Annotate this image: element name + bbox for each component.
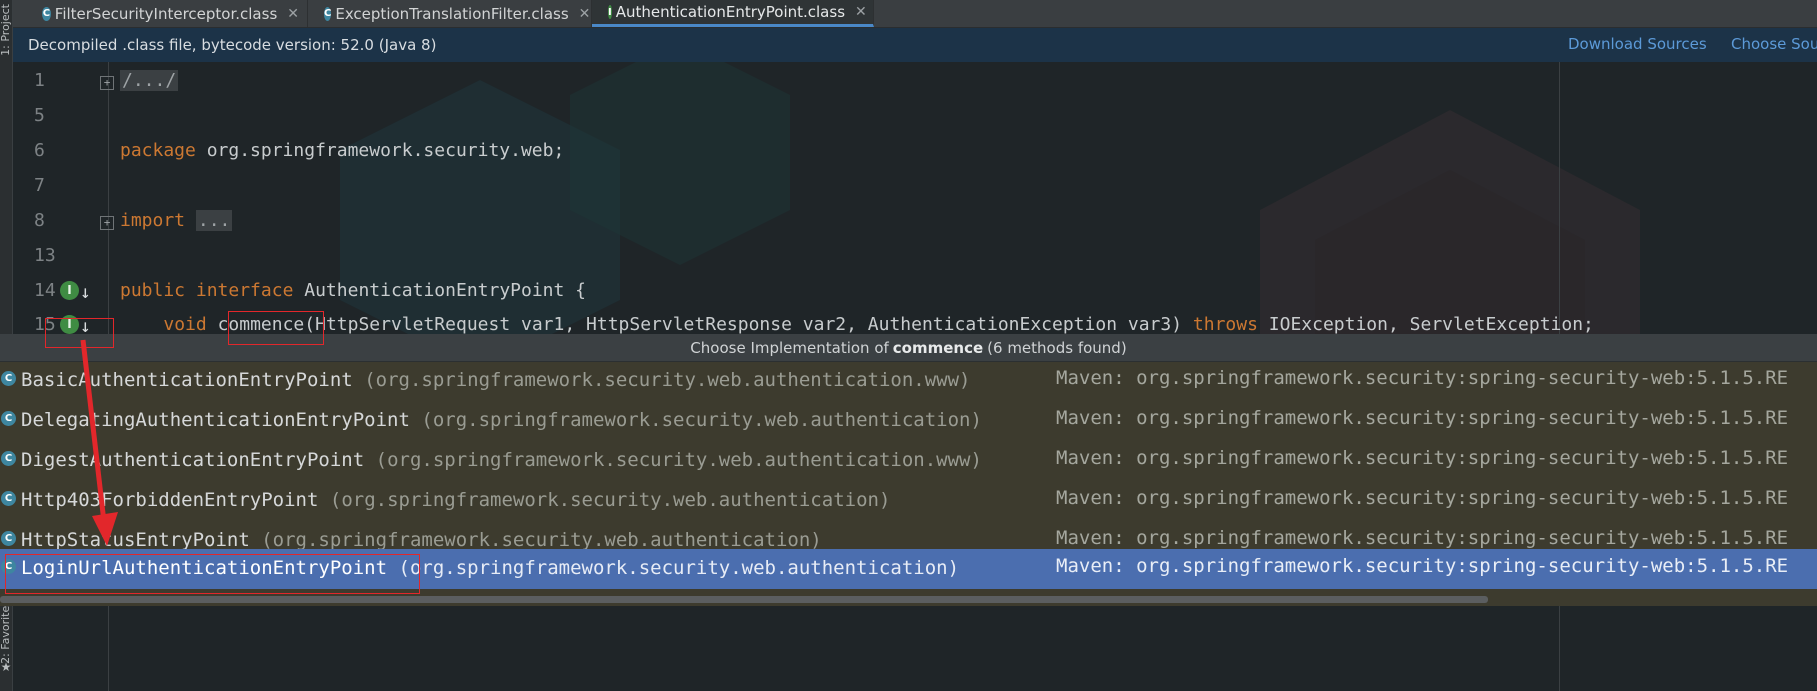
package-name: (org.springframework.security.web.authen… bbox=[329, 489, 891, 511]
interface-icon: I bbox=[608, 5, 612, 19]
class-name: HttpStatusEntryPoint bbox=[21, 529, 250, 551]
implementation-row[interactable]: C DigestAuthenticationEntryPoint (org.sp… bbox=[0, 441, 1817, 481]
line-number: 1 bbox=[34, 70, 45, 91]
class-icon: C bbox=[1, 531, 16, 546]
package-name: (org.springframework.security.web.authen… bbox=[421, 409, 982, 431]
line-number: 6 bbox=[34, 140, 45, 161]
code-line: 13 bbox=[12, 245, 1817, 273]
exceptions: IOException, ServletException; bbox=[1257, 314, 1594, 334]
tab-exception-translation-filter[interactable]: C ExceptionTranslationFilter.class ✕ bbox=[308, 0, 592, 27]
decompiled-notice-bar: Decompiled .class file, bytecode version… bbox=[12, 28, 1817, 62]
keyword: public bbox=[120, 280, 186, 301]
class-icon: C bbox=[1, 491, 16, 506]
implementation-row[interactable]: C BasicAuthenticationEntryPoint (org.spr… bbox=[0, 361, 1817, 401]
decompiled-message: Decompiled .class file, bytecode version… bbox=[28, 36, 437, 54]
library-location: Maven: org.springframework.security:spri… bbox=[1056, 527, 1789, 549]
horizontal-scrollbar[interactable] bbox=[0, 596, 1488, 603]
class-name: DigestAuthenticationEntryPoint bbox=[21, 449, 365, 471]
class-name: Http403ForbiddenEntryPoint bbox=[21, 489, 319, 511]
code-line: 8 + import ... bbox=[12, 210, 1817, 238]
annotation-box-method bbox=[228, 311, 324, 345]
class-icon: C bbox=[1, 371, 16, 386]
code-line: 6 package org.springframework.security.w… bbox=[12, 140, 1817, 168]
package-name: (org.springframework.security.web.authen… bbox=[398, 557, 960, 579]
code-line: 14 I ↓ public interface AuthenticationEn… bbox=[12, 280, 1817, 308]
class-name: BasicAuthenticationEntryPoint bbox=[21, 369, 353, 391]
library-location: Maven: org.springframework.security:spri… bbox=[1056, 367, 1789, 389]
library-location: Maven: org.springframework.security:spri… bbox=[1056, 447, 1789, 469]
implementation-row[interactable]: C DelegatingAuthenticationEntryPoint (or… bbox=[0, 401, 1817, 441]
class-icon: C bbox=[42, 6, 51, 21]
fold-icon[interactable]: + bbox=[100, 216, 114, 230]
annotation-box-gutter bbox=[45, 318, 114, 348]
line-number: 8 bbox=[34, 210, 45, 231]
tab-label: FilterSecurityInterceptor.class bbox=[54, 4, 278, 23]
keyword: interface bbox=[195, 280, 294, 301]
library-location: Maven: org.springframework.security:spri… bbox=[1056, 487, 1789, 509]
class-name: DelegatingAuthenticationEntryPoint bbox=[21, 409, 410, 431]
class-icon: C bbox=[324, 6, 332, 21]
package-name: org.springframework.security.web; bbox=[195, 140, 565, 161]
fold-icon[interactable]: + bbox=[100, 76, 114, 90]
editor-tab-bar: C FilterSecurityInterceptor.class ✕ C Ex… bbox=[12, 0, 1817, 28]
keyword: import bbox=[120, 210, 186, 231]
package-name: (org.springframework.security.web.authen… bbox=[364, 369, 971, 391]
popup-title-prefix: Choose Implementation of bbox=[690, 338, 889, 357]
close-icon[interactable]: ✕ bbox=[287, 6, 299, 22]
keyword: throws bbox=[1192, 314, 1258, 334]
tab-filter-security-interceptor[interactable]: C FilterSecurityInterceptor.class ✕ bbox=[26, 0, 308, 27]
package-name: (org.springframework.security.web.authen… bbox=[375, 449, 982, 471]
class-icon: C bbox=[1, 411, 16, 426]
project-tool-button[interactable]: 1: Project bbox=[0, 4, 12, 56]
arrow-down-icon: ↓ bbox=[80, 282, 91, 303]
popup-title-suffix: (6 methods found) bbox=[987, 338, 1127, 357]
line-number: 13 bbox=[34, 245, 56, 266]
choose-sources-link[interactable]: Choose Sou bbox=[1731, 35, 1817, 53]
library-location: Maven: org.springframework.security:spri… bbox=[1056, 555, 1789, 577]
tab-label: AuthenticationEntryPoint.class bbox=[615, 3, 846, 21]
code-line: 1 + /.../ bbox=[12, 70, 1817, 98]
tab-authentication-entry-point[interactable]: I AuthenticationEntryPoint.class ✕ bbox=[592, 0, 874, 27]
implemented-by-icon[interactable]: I bbox=[60, 281, 79, 300]
popup-method-name: commence bbox=[892, 338, 984, 357]
close-icon[interactable]: ✕ bbox=[579, 6, 591, 22]
close-icon[interactable]: ✕ bbox=[855, 4, 867, 20]
method-params: (HttpServletRequest var1, HttpServletRes… bbox=[304, 314, 1193, 334]
annotation-box-selected-row bbox=[5, 554, 420, 594]
code-line: 5 bbox=[12, 105, 1817, 133]
implementation-row[interactable]: C Http403ForbiddenEntryPoint (org.spring… bbox=[0, 481, 1817, 521]
class-icon: C bbox=[1, 451, 16, 466]
code-line: 7 bbox=[12, 175, 1817, 203]
line-number: 7 bbox=[34, 175, 45, 196]
folded-imports[interactable]: ... bbox=[195, 210, 233, 231]
keyword: package bbox=[120, 140, 196, 161]
package-name: (org.springframework.security.web.authen… bbox=[261, 529, 822, 551]
keyword: void bbox=[163, 314, 207, 334]
download-sources-link[interactable]: Download Sources bbox=[1568, 35, 1707, 53]
library-location: Maven: org.springframework.security:spri… bbox=[1056, 407, 1789, 429]
favorites-tool-button[interactable]: 2: Favorites bbox=[0, 600, 12, 664]
line-number: 5 bbox=[34, 105, 45, 126]
star-icon: ★ bbox=[0, 660, 12, 674]
interface-declaration: AuthenticationEntryPoint { bbox=[293, 280, 587, 301]
folded-header[interactable]: /.../ bbox=[120, 70, 179, 91]
tab-label: ExceptionTranslationFilter.class bbox=[335, 4, 569, 23]
